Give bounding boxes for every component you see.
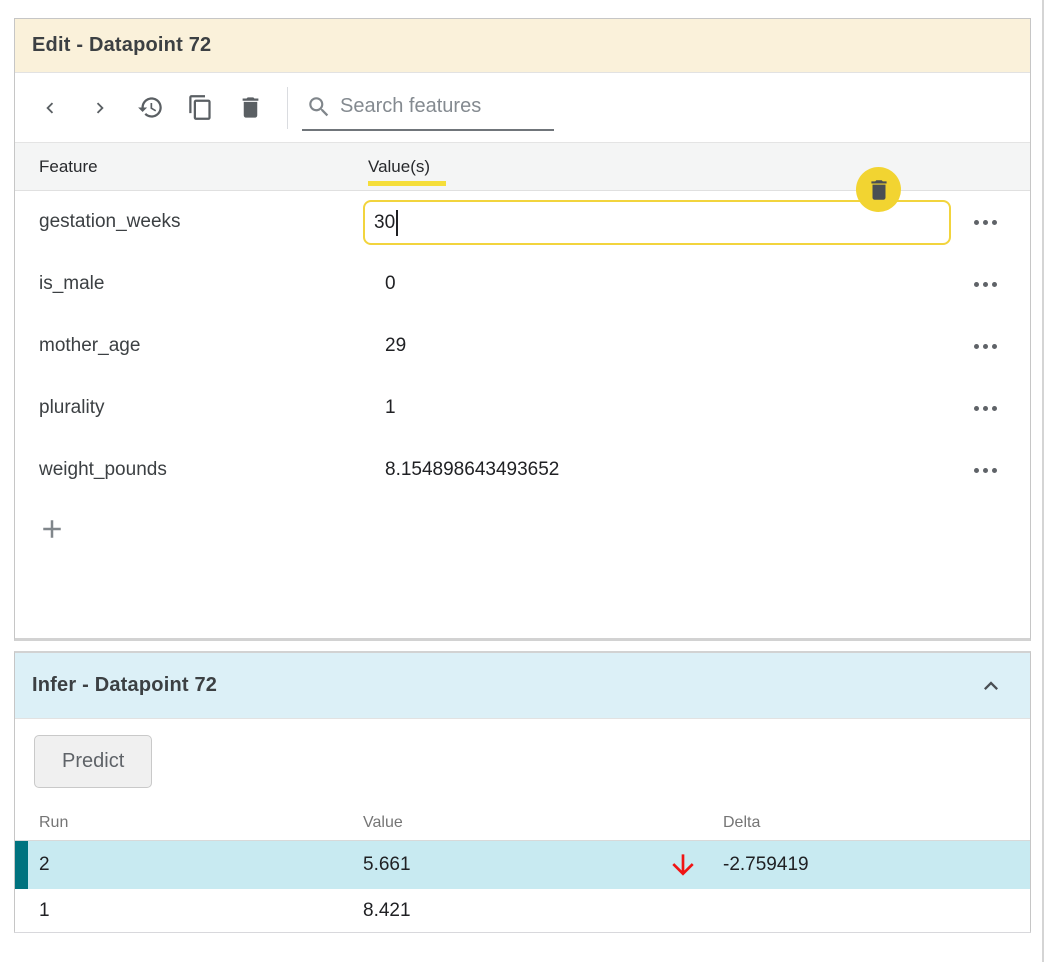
table-row[interactable]: 2 5.661 -2.759419	[15, 841, 1030, 889]
plus-icon	[37, 514, 67, 544]
delta-column-header: Delta	[723, 814, 760, 832]
feature-rows: gestation_weeks 30 is_male 0 mother_age …	[15, 191, 1030, 501]
delta-cell: -2.759419	[723, 854, 809, 876]
table-row: plurality 1	[15, 377, 1030, 439]
feature-value-input[interactable]: 30	[363, 200, 951, 245]
previous-datapoint-button[interactable]	[35, 93, 65, 123]
chevron-right-icon	[89, 97, 111, 119]
row-more-options-button[interactable]	[968, 274, 1002, 294]
value-cell: 5.661	[363, 854, 411, 876]
run-column-header: Run	[39, 814, 68, 832]
selected-row-marker	[15, 841, 28, 889]
next-datapoint-button[interactable]	[85, 93, 115, 123]
feature-value[interactable]: 1	[385, 397, 396, 419]
delta-down-arrow-icon	[667, 849, 699, 881]
values-column-highlight	[368, 181, 446, 186]
search-placeholder: Search features	[340, 95, 481, 118]
whatif-datapoint-editor: Edit - Datapoint 72 Search features	[0, 0, 1046, 962]
feature-column-header: Feature	[39, 157, 98, 177]
edit-toolbar: Search features	[15, 73, 1030, 142]
history-icon	[137, 94, 164, 121]
toolbar-divider	[287, 87, 288, 129]
feature-value-text: 30	[374, 212, 395, 234]
table-row: is_male 0	[15, 253, 1030, 315]
feature-value[interactable]: 0	[385, 273, 396, 295]
add-feature-button[interactable]	[35, 513, 69, 547]
feature-name: weight_pounds	[39, 459, 167, 481]
delete-value-button[interactable]	[856, 167, 901, 212]
row-more-options-button[interactable]	[968, 460, 1002, 480]
table-row: weight_pounds 8.154898643493652	[15, 439, 1030, 501]
feature-name: mother_age	[39, 335, 140, 357]
feature-name: plurality	[39, 397, 104, 419]
delete-datapoint-button[interactable]	[235, 93, 265, 123]
trash-icon	[866, 177, 892, 203]
duplicate-datapoint-button[interactable]	[185, 93, 215, 123]
values-column-header: Value(s)	[368, 157, 430, 177]
edit-panel-title: Edit - Datapoint 72	[32, 34, 211, 57]
inference-results-table: Run Value Delta 2 5.661 -2.759419 1 8.42…	[15, 805, 1030, 932]
predict-button[interactable]: Predict	[34, 735, 152, 788]
restore-datapoint-button[interactable]	[135, 93, 165, 123]
infer-panel-header: Infer - Datapoint 72	[15, 653, 1030, 719]
copy-icon	[187, 94, 214, 121]
adjacent-panel-edge	[1042, 0, 1044, 962]
value-column-header: Value	[363, 814, 403, 832]
runs-table-header: Run Value Delta	[15, 805, 1030, 841]
text-cursor	[396, 210, 398, 236]
run-cell: 1	[39, 900, 50, 922]
table-row[interactable]: 1 8.421	[15, 889, 1030, 932]
chevron-left-icon	[39, 97, 61, 119]
infer-panel: Infer - Datapoint 72 Predict Run Value D…	[14, 651, 1031, 933]
search-features-input[interactable]: Search features	[302, 85, 554, 131]
feature-value[interactable]: 8.154898643493652	[385, 459, 559, 481]
search-icon	[306, 94, 332, 120]
value-cell: 8.421	[363, 900, 411, 922]
table-row: mother_age 29	[15, 315, 1030, 377]
chevron-up-icon	[977, 672, 1005, 700]
row-more-options-button[interactable]	[968, 336, 1002, 356]
collapse-panel-button[interactable]	[976, 671, 1006, 701]
run-cell: 2	[39, 854, 50, 876]
feature-name: gestation_weeks	[39, 211, 181, 233]
row-more-options-button[interactable]	[968, 398, 1002, 418]
feature-name: is_male	[39, 273, 104, 295]
infer-body: Predict Run Value Delta 2 5.661 -2.75941…	[15, 719, 1030, 962]
edit-panel: Edit - Datapoint 72 Search features	[14, 18, 1031, 641]
edit-panel-header: Edit - Datapoint 72	[15, 19, 1030, 73]
feature-value[interactable]: 29	[385, 335, 406, 357]
trash-icon	[237, 94, 264, 121]
row-more-options-button[interactable]	[968, 212, 1002, 232]
infer-panel-title: Infer - Datapoint 72	[32, 674, 217, 697]
